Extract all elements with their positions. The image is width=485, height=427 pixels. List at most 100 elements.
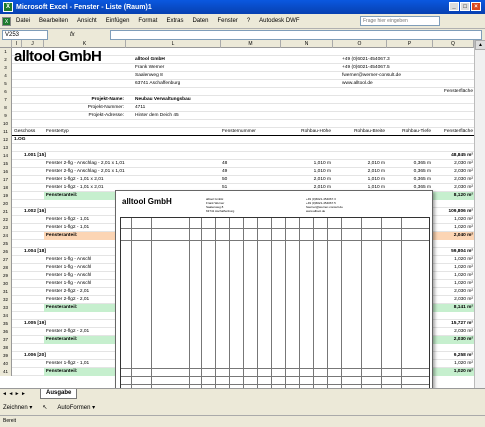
- row-number[interactable]: 32: [0, 296, 12, 304]
- rohbau-tiefe: 0,365 m: [413, 161, 431, 166]
- rohbau-hoehe: 2,010 m: [313, 177, 331, 182]
- window-title: Microsoft Excel - Fenster - Liste (Raum)…: [16, 3, 152, 11]
- row-number[interactable]: 6: [0, 88, 12, 96]
- row-number[interactable]: 40: [0, 360, 12, 368]
- row-number[interactable]: 38: [0, 344, 12, 352]
- row-number[interactable]: 4: [0, 72, 12, 80]
- row-number[interactable]: 11: [0, 128, 12, 136]
- row-number[interactable]: 35: [0, 320, 12, 328]
- row-number[interactable]: 19: [0, 192, 12, 200]
- formula-input[interactable]: [110, 30, 482, 40]
- scroll-up-icon[interactable]: ▲: [475, 40, 485, 50]
- header-fax: +49 (0)6021-454067.5: [342, 65, 390, 70]
- zeichnen-menu[interactable]: Zeichnen ▾: [3, 404, 32, 411]
- menu-format[interactable]: Format: [138, 18, 157, 24]
- row-number[interactable]: 16: [0, 168, 12, 176]
- row-number[interactable]: 17: [0, 176, 12, 184]
- row-number[interactable]: 8: [0, 104, 12, 112]
- excel-app-icon[interactable]: X: [3, 2, 13, 12]
- sheet-nav-arrows[interactable]: ◄ ◄ ► ►: [0, 391, 40, 397]
- row-number[interactable]: 18: [0, 184, 12, 192]
- window-type: Fensteranteil:: [46, 369, 78, 374]
- menu-daten[interactable]: Daten: [192, 18, 208, 24]
- table-row[interactable]: 17 Fenster 1-flg2 - 1,01 x 2,01 50 2,010 m 1…: [0, 176, 474, 184]
- window-area: 1,020 m²: [454, 361, 473, 366]
- room-label: 1.001 [15]: [24, 153, 46, 158]
- row-number[interactable]: 31: [0, 288, 12, 296]
- fx-icon[interactable]: fx: [70, 32, 75, 38]
- row-number[interactable]: 10: [0, 120, 12, 128]
- menu-autodesk-dwf[interactable]: Autodesk DWF: [259, 18, 299, 24]
- col-header-k[interactable]: K: [44, 40, 126, 48]
- table-row[interactable]: 16 Fenster 2-flg - Anschlag - 2,01 x 1,01…: [0, 168, 474, 176]
- row-number[interactable]: 41: [0, 368, 12, 376]
- row-number[interactable]: 15: [0, 160, 12, 168]
- help-search-input[interactable]: Frage hier eingeben: [360, 16, 440, 26]
- menu-ansicht[interactable]: Ansicht: [77, 18, 97, 24]
- col-header-o[interactable]: O: [333, 40, 387, 48]
- th-tiefe: Rohbau-Tiefe: [402, 129, 431, 134]
- row-number[interactable]: 7: [0, 96, 12, 104]
- row-number[interactable]: 34: [0, 312, 12, 320]
- row-number[interactable]: 21: [0, 208, 12, 216]
- rohbau-hoehe: 1,010 m: [313, 161, 331, 166]
- menu-datei[interactable]: Datei: [16, 18, 30, 24]
- select-all-corner[interactable]: [0, 40, 12, 48]
- header-street: Saalenweg 8: [135, 73, 163, 78]
- workbook-icon[interactable]: X: [2, 16, 11, 26]
- row-number[interactable]: 24: [0, 232, 12, 240]
- column-headers: I J K L M N O P Q: [0, 40, 485, 48]
- table-row[interactable]: 15 Fenster 2-flg - Anschlag - 2,01 x 1,01…: [0, 160, 474, 168]
- proj-name-label: Projekt-Name:: [91, 97, 124, 102]
- menu-bearbeiten[interactable]: Bearbeiten: [39, 18, 68, 24]
- window-type: Fenster 1-flg2 - 1,01 x 2,01: [46, 185, 104, 190]
- row-number[interactable]: 12: [0, 136, 12, 144]
- menu-fenster[interactable]: Fenster: [217, 18, 237, 24]
- row-number[interactable]: 1: [0, 48, 12, 56]
- name-box[interactable]: V253: [2, 29, 48, 40]
- row-number[interactable]: 14: [0, 152, 12, 160]
- row-number[interactable]: 39: [0, 352, 12, 360]
- row-number[interactable]: 33: [0, 304, 12, 312]
- row-number[interactable]: 22: [0, 216, 12, 224]
- row-number[interactable]: 29: [0, 272, 12, 280]
- row-number[interactable]: 13: [0, 144, 12, 152]
- header-company: alltool GmbH: [135, 57, 165, 62]
- table-row[interactable]: 12 1.OG: [0, 136, 474, 144]
- col-header-i[interactable]: I: [12, 40, 22, 48]
- row-number[interactable]: 37: [0, 336, 12, 344]
- row-number[interactable]: 23: [0, 224, 12, 232]
- row-number[interactable]: 27: [0, 256, 12, 264]
- menu-help[interactable]: ?: [247, 18, 250, 24]
- row-number[interactable]: 20: [0, 200, 12, 208]
- col-header-l[interactable]: L: [126, 40, 221, 48]
- window-type: Fenster 1-flg - Anschl: [46, 265, 92, 270]
- table-row[interactable]: 14 1.001 [15] 48,845 m²: [0, 152, 474, 160]
- sheet-tab-ausgabe[interactable]: Ausgabe: [40, 389, 78, 399]
- row-number[interactable]: 3: [0, 64, 12, 72]
- close-button[interactable]: ×: [471, 2, 481, 11]
- row-number[interactable]: 5: [0, 80, 12, 88]
- maximize-button[interactable]: □: [460, 2, 470, 11]
- row-number[interactable]: 9: [0, 112, 12, 120]
- row-number[interactable]: 28: [0, 264, 12, 272]
- autoformen-menu[interactable]: AutoFormen ▾: [57, 404, 95, 411]
- row-number[interactable]: 30: [0, 280, 12, 288]
- row-number[interactable]: 25: [0, 240, 12, 248]
- menu-einfuegen[interactable]: Einfügen: [106, 18, 130, 24]
- row-number[interactable]: 26: [0, 248, 12, 256]
- row-number[interactable]: 36: [0, 328, 12, 336]
- menu-extras[interactable]: Extras: [166, 18, 183, 24]
- window-number: 50: [222, 177, 228, 182]
- col-header-m[interactable]: M: [221, 40, 281, 48]
- header-fensterflaeche: Fensterfläche: [443, 89, 473, 94]
- table-row[interactable]: 13: [0, 144, 474, 152]
- minimize-button[interactable]: _: [449, 2, 459, 11]
- vertical-scrollbar[interactable]: ▲: [474, 40, 485, 388]
- col-header-j[interactable]: J: [22, 40, 44, 48]
- pointer-icon[interactable]: ↖: [42, 404, 47, 411]
- col-header-q[interactable]: Q: [433, 40, 474, 48]
- row-number[interactable]: 2: [0, 56, 12, 64]
- col-header-p[interactable]: P: [387, 40, 433, 48]
- col-header-n[interactable]: N: [281, 40, 333, 48]
